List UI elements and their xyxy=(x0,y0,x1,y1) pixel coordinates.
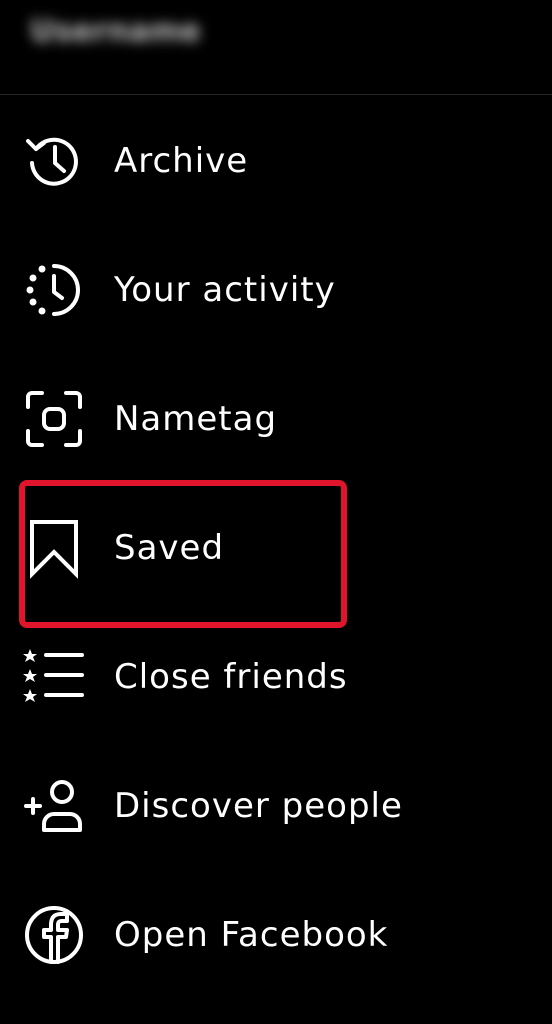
close-friends-icon xyxy=(22,645,86,709)
menu-item-discover-people[interactable]: Discover people xyxy=(0,741,552,870)
facebook-icon xyxy=(22,903,86,967)
menu-item-archive[interactable]: Archive xyxy=(0,96,552,225)
menu-item-your-activity[interactable]: Your activity xyxy=(0,225,552,354)
profile-header: Username xyxy=(0,0,552,95)
menu-item-open-facebook[interactable]: Open Facebook xyxy=(0,870,552,999)
menu-label-archive: Archive xyxy=(114,140,249,181)
menu-label-close-friends: Close friends xyxy=(114,656,348,697)
nametag-icon xyxy=(22,387,86,451)
archive-icon xyxy=(22,129,86,193)
settings-menu: Archive Your activity Nametag Saved Clos… xyxy=(0,96,552,999)
bookmark-icon xyxy=(22,516,86,580)
menu-label-discover-people: Discover people xyxy=(114,785,403,826)
activity-icon xyxy=(22,258,86,322)
add-person-icon xyxy=(22,774,86,838)
menu-label-saved: Saved xyxy=(114,527,225,568)
menu-label-nametag: Nametag xyxy=(114,398,278,439)
username-blurred: Username xyxy=(30,14,201,49)
menu-item-close-friends[interactable]: Close friends xyxy=(0,612,552,741)
menu-item-nametag[interactable]: Nametag xyxy=(0,354,552,483)
menu-item-saved[interactable]: Saved xyxy=(0,483,552,612)
menu-label-open-facebook: Open Facebook xyxy=(114,914,389,955)
menu-label-your-activity: Your activity xyxy=(114,269,336,310)
